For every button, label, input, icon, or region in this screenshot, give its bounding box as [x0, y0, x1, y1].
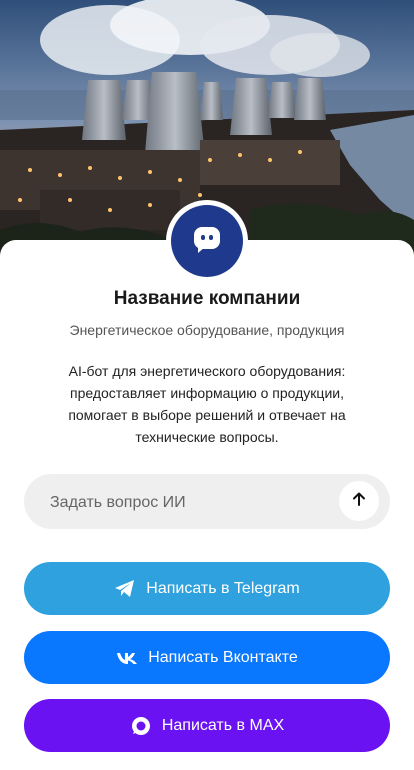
company-tagline: Энергетическое оборудование, продукция [69, 322, 345, 338]
send-button[interactable] [339, 481, 379, 521]
avatar-circle [171, 205, 243, 277]
arrow-up-icon [351, 491, 367, 512]
max-icon [130, 715, 152, 737]
max-button[interactable]: Написать в MAX [24, 699, 390, 752]
chat-bot-icon [192, 224, 222, 259]
telegram-button[interactable]: Написать в Telegram [24, 562, 390, 615]
ask-ai-field [24, 474, 390, 531]
avatar [166, 200, 248, 282]
company-name: Название компании [113, 288, 301, 309]
telegram-icon [114, 579, 136, 599]
max-button-label: Написать в MAX [161, 716, 285, 734]
ask-ai-input[interactable] [48, 474, 342, 531]
vk-icon [116, 651, 138, 665]
vk-button-label: Написать Вконтакте [148, 648, 298, 666]
company-description: AI-бот для энергетического оборудования:… [68, 363, 346, 445]
vk-button[interactable]: Написать Вконтакте [24, 631, 390, 684]
telegram-button-label: Написать в Telegram [146, 579, 300, 597]
